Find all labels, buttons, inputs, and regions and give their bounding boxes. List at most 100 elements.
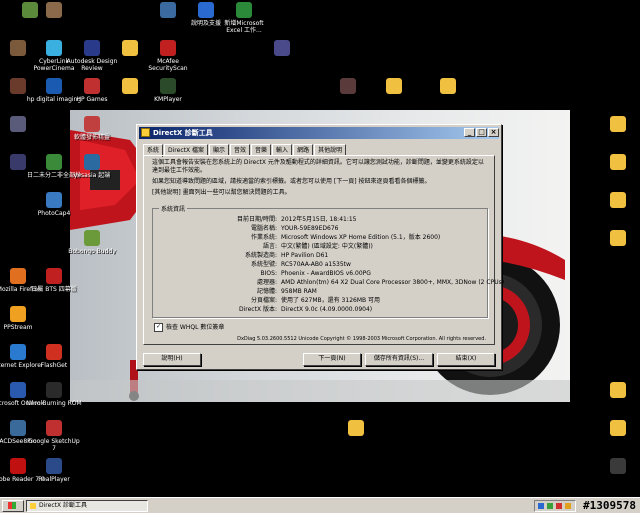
icon-folder-3[interactable] — [366, 78, 422, 96]
system-info-row: 系統型號: RC570AA-AB0 a1535tw — [153, 260, 483, 269]
system-info-key: 目前日期/時間: — [236, 216, 277, 223]
icon-sketchup-label: Google SketchUp 7 — [28, 438, 80, 452]
icon-folder-1-glyph — [122, 40, 138, 56]
intro-paragraph-3: [其他說明] 畫面列出一些可以幫您解決問題的工具。 — [152, 189, 291, 196]
watermark-text: #1309578 — [583, 499, 636, 512]
dialog-title: DirectX 診斷工具 — [153, 129, 213, 137]
system-info-group: 系統資訊 目前日期/時間: 2012年5月15日, 18:41:15 電腦名稱: YO… — [152, 204, 504, 318]
system-info-value: 958MB RAM — [281, 288, 317, 295]
taskbar-item-dxdiag[interactable]: DirectX 診斷工具 — [26, 500, 148, 512]
icon-02-glyph — [46, 2, 62, 18]
icon-33-glyph — [46, 268, 62, 284]
icon-sketchup[interactable]: Google SketchUp 7 — [26, 420, 82, 452]
system-info-row: 系統製造商: HP Pavilion D61 — [153, 251, 483, 260]
system-info-row: 處理器: AMD Athlon(tm) 64 X2 Dual Core Proce… — [153, 278, 504, 287]
icon-folder-10[interactable] — [328, 420, 384, 438]
icon-kmplayer-label: KMPlayer — [154, 96, 182, 103]
icon-33[interactable]: 日屬 BTS 四幕版 — [26, 268, 82, 293]
system-info-value: 使用了 627MB，還有 3126MB 可用 — [281, 297, 381, 304]
icon-12-glyph — [10, 78, 26, 94]
icon-folder-8[interactable] — [590, 230, 640, 248]
icon-folder-12[interactable] — [590, 458, 640, 476]
maximize-icon[interactable]: □ — [476, 128, 487, 137]
icon-03-glyph — [160, 2, 176, 18]
icon-kmplayer-glyph — [160, 78, 176, 94]
icon-23-glyph — [10, 154, 26, 170]
icon-02[interactable] — [26, 2, 82, 20]
icon-folder-12-glyph — [610, 458, 626, 474]
icon-nero-glyph — [46, 382, 62, 398]
icon-folder-4-glyph — [440, 78, 456, 94]
system-info-value: RC570AA-AB0 a1535tw — [281, 261, 351, 268]
system-info-key: 語言: — [262, 243, 277, 250]
icon-photocap[interactable]: PhotoCap4 — [26, 192, 82, 217]
intro-paragraph-2: 如果您知道導致問題的區域，請按適當的索引標籤。或者您可以使用 [下一頁] 按鈕來… — [152, 178, 431, 185]
icon-folder-9[interactable] — [590, 382, 640, 400]
icon-06-glyph — [10, 40, 26, 56]
icon-folder-7[interactable] — [590, 192, 640, 210]
system-info-row: BIOS: Phoenix - AwardBIOS v6.00PG — [153, 269, 483, 278]
icon-folder-11[interactable] — [590, 420, 640, 438]
icon-nero[interactable]: Nero Burning ROM — [26, 382, 82, 407]
icon-bobongo-label: Bobongo Buddy — [68, 248, 116, 255]
icon-folder-5[interactable] — [590, 116, 640, 134]
whql-label: 檢查 WHQL 數位簽章 — [166, 324, 225, 331]
whql-checkbox-row[interactable]: ✓ 檢查 WHQL 數位簽章 — [154, 322, 224, 332]
icon-flashget[interactable]: FlashGet — [26, 344, 82, 369]
icon-kmplayer[interactable]: KMPlayer — [140, 78, 196, 103]
icon-folder-6[interactable] — [590, 154, 640, 172]
system-info-row: 目前日期/時間: 2012年5月15日, 18:41:15 — [153, 215, 483, 224]
intro-text: 這個工具會報告安裝在您系統上的 DirectX 元件及驅動程式的詳細資訊。它可以… — [152, 159, 486, 200]
system-info-key: 系統製造商: — [244, 252, 277, 259]
icon-hp-games-label: HP Games — [76, 96, 108, 103]
icon-mcafee-glyph — [160, 40, 176, 56]
icon-outlook-glyph — [10, 382, 26, 398]
whql-checkbox[interactable]: ✓ — [154, 323, 163, 332]
icon-ppstream[interactable]: PPStream — [0, 306, 46, 331]
volume-icon[interactable] — [565, 503, 571, 509]
icon-folder-2-glyph — [122, 78, 138, 94]
icon-yesasia[interactable]: yesasia 起端 — [64, 154, 120, 179]
help-button[interactable]: 說明(H) — [143, 353, 201, 366]
system-info-key: 記憶體: — [256, 288, 277, 295]
save-all-info-button[interactable]: 儲存所有資訊(S)... — [365, 353, 433, 366]
next-page-button[interactable]: 下一頁(N) — [303, 353, 361, 366]
close-icon[interactable]: × — [488, 128, 499, 137]
directx-small-icon — [30, 503, 36, 509]
icon-11[interactable] — [254, 40, 310, 58]
icon-hp-imaging-glyph — [46, 78, 62, 94]
network-icon[interactable] — [538, 503, 544, 509]
system-info-value: Microsoft Windows XP Home Edition (5.1，版… — [281, 234, 441, 241]
system-info-value: DirectX 9.0c (4.09.0000.0904) — [281, 306, 373, 313]
system-info-key: 電腦名稱: — [250, 225, 277, 232]
icon-yesasia-glyph — [84, 154, 100, 170]
icon-21[interactable]: 軟體發佈精靈 — [64, 116, 120, 141]
icon-acdsee-glyph — [10, 420, 26, 436]
icon-adobe-reader-glyph — [10, 458, 26, 474]
icon-20[interactable] — [0, 116, 46, 134]
icon-ppstream-glyph — [10, 306, 26, 322]
icon-bobongo[interactable]: Bobongo Buddy — [64, 230, 120, 255]
exit-button[interactable]: 結束(X) — [437, 353, 495, 366]
icon-folder-3-glyph — [386, 78, 402, 94]
dialog-titlebar[interactable]: DirectX 診斷工具 _ □ × — [139, 127, 499, 139]
icon-excel[interactable]: 新增Microsoft Excel 工作... — [216, 2, 272, 34]
antivirus-icon[interactable] — [556, 503, 562, 509]
icon-folder-4[interactable] — [420, 78, 476, 96]
icon-excel-label: 新增Microsoft Excel 工作... — [224, 20, 264, 34]
icon-folder-9-glyph — [610, 382, 626, 398]
security-icon[interactable] — [547, 503, 553, 509]
system-info-value: HP Pavilion D61 — [281, 252, 329, 259]
intro-paragraph-1: 這個工具會報告安裝在您系統上的 DirectX 元件及驅動程式的詳細資訊。它可以… — [152, 159, 484, 174]
icon-20-glyph — [10, 116, 26, 132]
minimize-icon[interactable]: _ — [464, 128, 475, 137]
start-button[interactable] — [2, 500, 24, 512]
icon-mcafee[interactable]: McAfee SecurityScan — [140, 40, 196, 72]
icon-hp-games-glyph — [84, 78, 100, 94]
icon-realplayer[interactable]: RealPlayer — [26, 458, 82, 483]
system-info-value: AMD Athlon(tm) 64 X2 Dual Core Processor… — [281, 279, 505, 286]
icon-photocap-label: PhotoCap4 — [37, 210, 71, 217]
taskbar-item-label: DirectX 診斷工具 — [39, 502, 87, 509]
icon-folder-6-glyph — [610, 154, 626, 170]
system-info-row: 作業系統: Microsoft Windows XP Home Edition (… — [153, 233, 483, 242]
